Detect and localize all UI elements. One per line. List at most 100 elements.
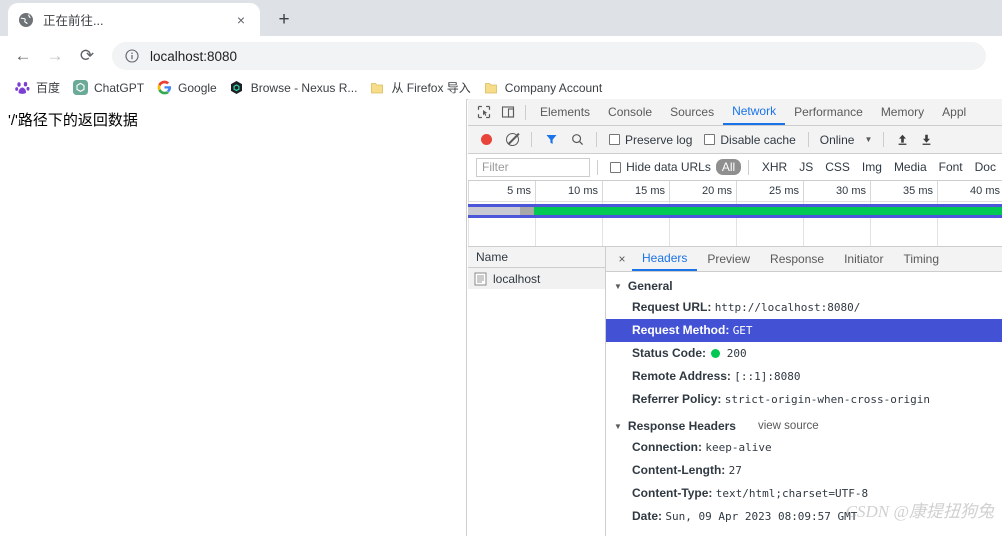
- network-filter-bar: Filter Hide data URLs All XHR JS CSS Img…: [468, 154, 1002, 181]
- header-row-remote-address: Remote Address: [::1]:8080: [606, 365, 1002, 388]
- header-key: Content-Type:: [632, 486, 713, 500]
- tab-timing[interactable]: Timing: [893, 247, 949, 271]
- device-toolbar-icon[interactable]: [496, 101, 520, 123]
- header-value: http://localhost:8080/: [714, 301, 861, 314]
- header-value: [::1]:8080: [734, 370, 801, 383]
- overview-body[interactable]: [468, 202, 1002, 246]
- filter-type-all[interactable]: All: [715, 159, 742, 175]
- header-row-request-url: Request URL: http://localhost:8080/: [606, 296, 1002, 319]
- preserve-log-checkbox[interactable]: Preserve log: [604, 133, 697, 147]
- bookmark-label: Company Account: [504, 80, 603, 95]
- bookmark-browse-nexus[interactable]: Browse - Nexus R...: [225, 78, 366, 98]
- folder-icon: [369, 80, 385, 96]
- download-arrow-icon[interactable]: [915, 130, 937, 150]
- tab-console[interactable]: Console: [599, 99, 661, 125]
- header-value: Sun, 09 Apr 2023 08:09:57 GMT: [665, 510, 858, 523]
- download-segment: [534, 207, 1002, 215]
- tab-application[interactable]: Appl: [933, 99, 975, 125]
- tab-preview[interactable]: Preview: [697, 247, 760, 271]
- hide-data-urls-label: Hide data URLs: [626, 160, 711, 174]
- tab-network[interactable]: Network: [723, 99, 786, 125]
- tab-memory[interactable]: Memory: [872, 99, 933, 125]
- bookmark-label: 百度: [36, 81, 61, 95]
- baidu-icon: [14, 80, 30, 96]
- general-section-title: General: [627, 279, 673, 293]
- back-icon[interactable]: ←: [8, 41, 38, 71]
- throttling-dropdown[interactable]: Online ▼: [816, 133, 877, 147]
- detail-tab-bar: × Headers Preview Response Initiator Tim…: [606, 247, 1002, 272]
- filter-type-media[interactable]: Media: [888, 159, 933, 175]
- upload-arrow-icon[interactable]: [891, 130, 913, 150]
- reload-icon[interactable]: ⟳: [72, 41, 102, 71]
- bookmark-chatgpt[interactable]: ChatGPT: [68, 78, 152, 98]
- response-headers-section-title: Response Headers: [627, 419, 736, 433]
- filter-placeholder: Filter: [482, 160, 509, 174]
- network-overview[interactable]: 5 ms 10 ms 15 ms 20 ms 25 ms 30 ms 35 ms…: [468, 181, 1002, 247]
- divider: [597, 159, 599, 175]
- request-name: localhost: [493, 271, 541, 286]
- filter-type-css[interactable]: CSS: [819, 159, 856, 175]
- tab-sources[interactable]: Sources: [661, 99, 723, 125]
- checkbox-box: [610, 161, 622, 173]
- filter-type-img[interactable]: Img: [856, 159, 888, 175]
- bookmark-google[interactable]: Google: [152, 78, 225, 98]
- hide-data-urls-checkbox[interactable]: Hide data URLs: [605, 160, 716, 174]
- nexus-icon: [229, 80, 245, 96]
- tab-initiator[interactable]: Initiator: [834, 247, 893, 271]
- tick-10ms: 10 ms: [535, 181, 602, 202]
- checkbox-box: [704, 134, 716, 145]
- browser-tab[interactable]: 正在前往... ×: [8, 3, 260, 36]
- request-list-header[interactable]: Name: [468, 247, 605, 268]
- inspect-cursor-icon[interactable]: [472, 101, 496, 123]
- header-key: Status Code:: [632, 346, 707, 360]
- general-section-header[interactable]: ▼ General: [606, 276, 1002, 296]
- navigation-toolbar: ← → ⟳ localhost:8080: [0, 36, 1002, 76]
- filter-type-doc[interactable]: Doc: [969, 159, 1002, 175]
- bookmark-label: ChatGPT: [94, 80, 145, 95]
- filter-type-xhr[interactable]: XHR: [756, 159, 793, 175]
- close-icon[interactable]: ×: [232, 11, 250, 29]
- google-icon: [156, 80, 172, 96]
- table-row[interactable]: localhost: [468, 268, 605, 289]
- info-circle-icon[interactable]: [124, 48, 140, 64]
- divider: [748, 159, 749, 175]
- page-content-text: '/'路径下的返回数据: [8, 112, 138, 129]
- address-bar[interactable]: localhost:8080: [112, 42, 986, 70]
- disable-cache-checkbox[interactable]: Disable cache: [699, 133, 800, 147]
- record-dot-icon[interactable]: [474, 129, 498, 151]
- new-tab-button[interactable]: +: [270, 5, 298, 33]
- header-row-request-method[interactable]: Request Method: GET: [606, 319, 1002, 342]
- header-key: Connection:: [632, 440, 702, 454]
- header-value: text/html;charset=UTF-8: [715, 487, 869, 500]
- throttling-value: Online: [819, 132, 855, 147]
- tick-35ms: 35 ms: [870, 181, 937, 202]
- response-headers-section-header[interactable]: ▼ Response Headers view source: [606, 416, 1002, 436]
- header-value: GET: [732, 324, 753, 337]
- header-value: 200: [726, 347, 747, 360]
- divider: [883, 132, 885, 147]
- checkbox-box: [609, 134, 620, 145]
- forward-icon[interactable]: →: [40, 41, 70, 71]
- tab-response[interactable]: Response: [760, 247, 834, 271]
- view-source-link[interactable]: view source: [758, 420, 819, 432]
- filter-type-js[interactable]: JS: [793, 159, 819, 175]
- tick-5ms: 5 ms: [468, 181, 535, 202]
- divider: [807, 132, 809, 147]
- tab-performance[interactable]: Performance: [785, 99, 872, 125]
- bookmark-folder-company-account[interactable]: Company Account: [479, 78, 610, 98]
- devtools-panel: Elements Console Sources Network Perform…: [468, 99, 1002, 536]
- header-key: Content-Length:: [632, 463, 726, 477]
- divider: [525, 104, 526, 120]
- funnel-icon[interactable]: [539, 129, 563, 151]
- bookmark-folder-firefox-import[interactable]: 从 Firefox 导入: [365, 77, 478, 98]
- tab-headers[interactable]: Headers: [632, 247, 698, 271]
- folder-icon: [483, 80, 499, 96]
- close-icon[interactable]: ×: [612, 249, 632, 269]
- tab-elements[interactable]: Elements: [531, 99, 599, 125]
- clear-no-entry-icon[interactable]: [500, 129, 524, 151]
- chevron-down-icon: ▼: [864, 135, 873, 144]
- filter-input[interactable]: Filter: [476, 157, 591, 177]
- search-icon[interactable]: [565, 129, 589, 151]
- filter-type-font[interactable]: Font: [933, 159, 969, 175]
- bookmark-baidu[interactable]: 百度: [10, 77, 68, 98]
